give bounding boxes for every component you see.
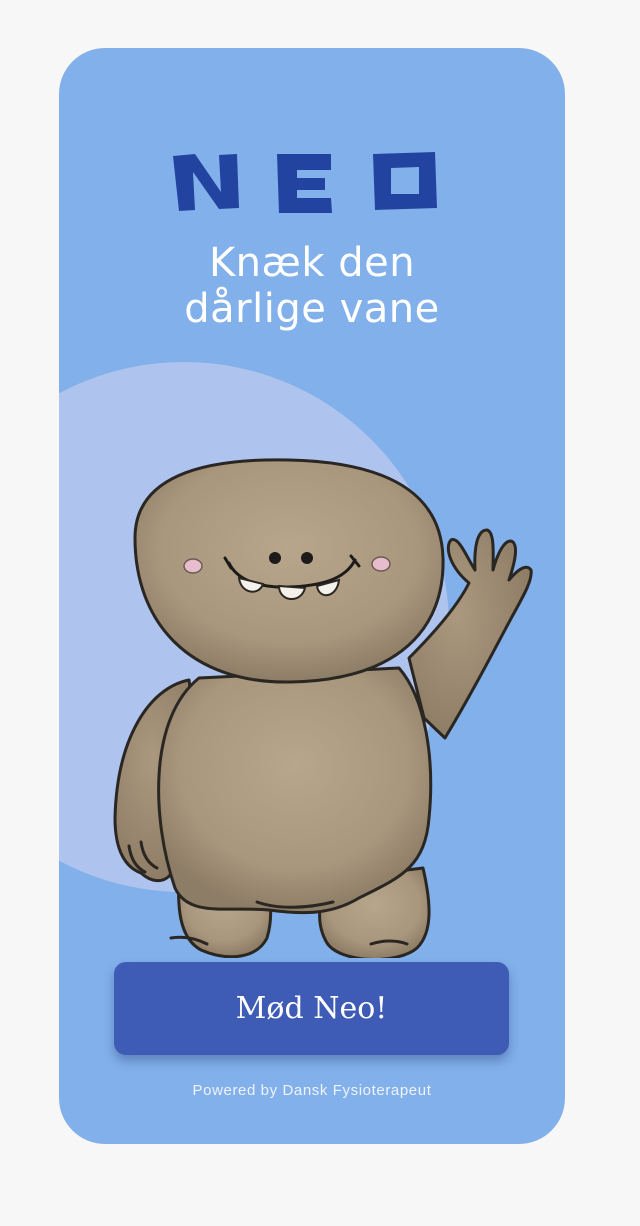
headline-line-2: dårlige vane bbox=[184, 286, 440, 332]
neo-logo bbox=[173, 152, 437, 213]
powered-by-text: Powered by Dansk Fysioterapeut bbox=[192, 1082, 432, 1099]
onboarding-card: Knæk den dårlige vane Mød Neo! Powered b… bbox=[59, 48, 565, 1144]
waving-mascot-icon bbox=[113, 458, 533, 958]
meet-neo-button[interactable]: Mød Neo! bbox=[114, 962, 509, 1055]
headline-line-1: Knæk den bbox=[208, 240, 416, 286]
